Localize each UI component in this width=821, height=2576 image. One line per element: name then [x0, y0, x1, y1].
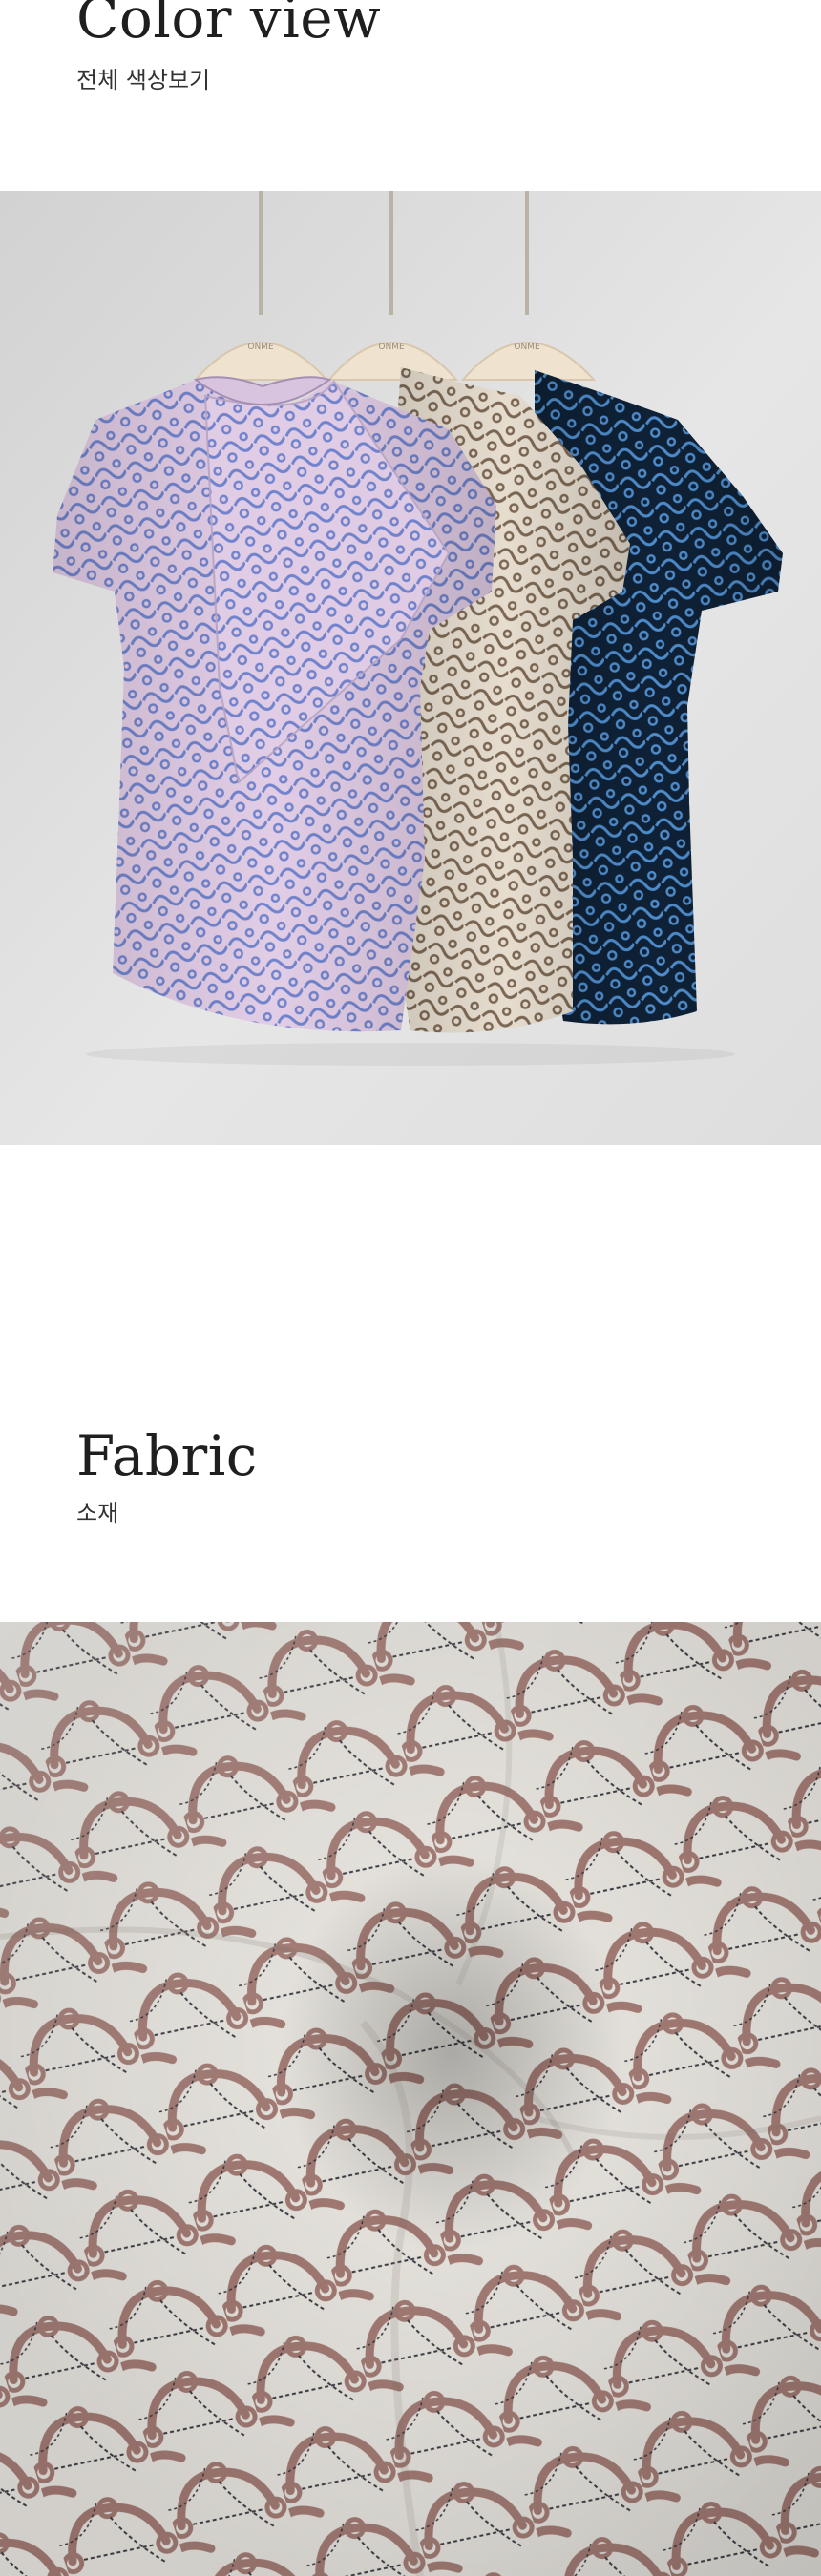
- hanger-brand-label: ONME: [378, 343, 405, 352]
- fabric-subtitle: 소재: [76, 1500, 119, 1527]
- color-view-title: Color view: [76, 0, 382, 51]
- hanger-brand-label: ONME: [247, 343, 274, 352]
- fabric-photo: [0, 1622, 821, 2576]
- color-view-photo: ONME ONME ONME: [0, 191, 821, 1145]
- fabric-title: Fabric: [76, 1423, 258, 1488]
- hanger-brand-label: ONME: [514, 343, 540, 352]
- color-view-subtitle: 전체 색상보기: [76, 67, 211, 93]
